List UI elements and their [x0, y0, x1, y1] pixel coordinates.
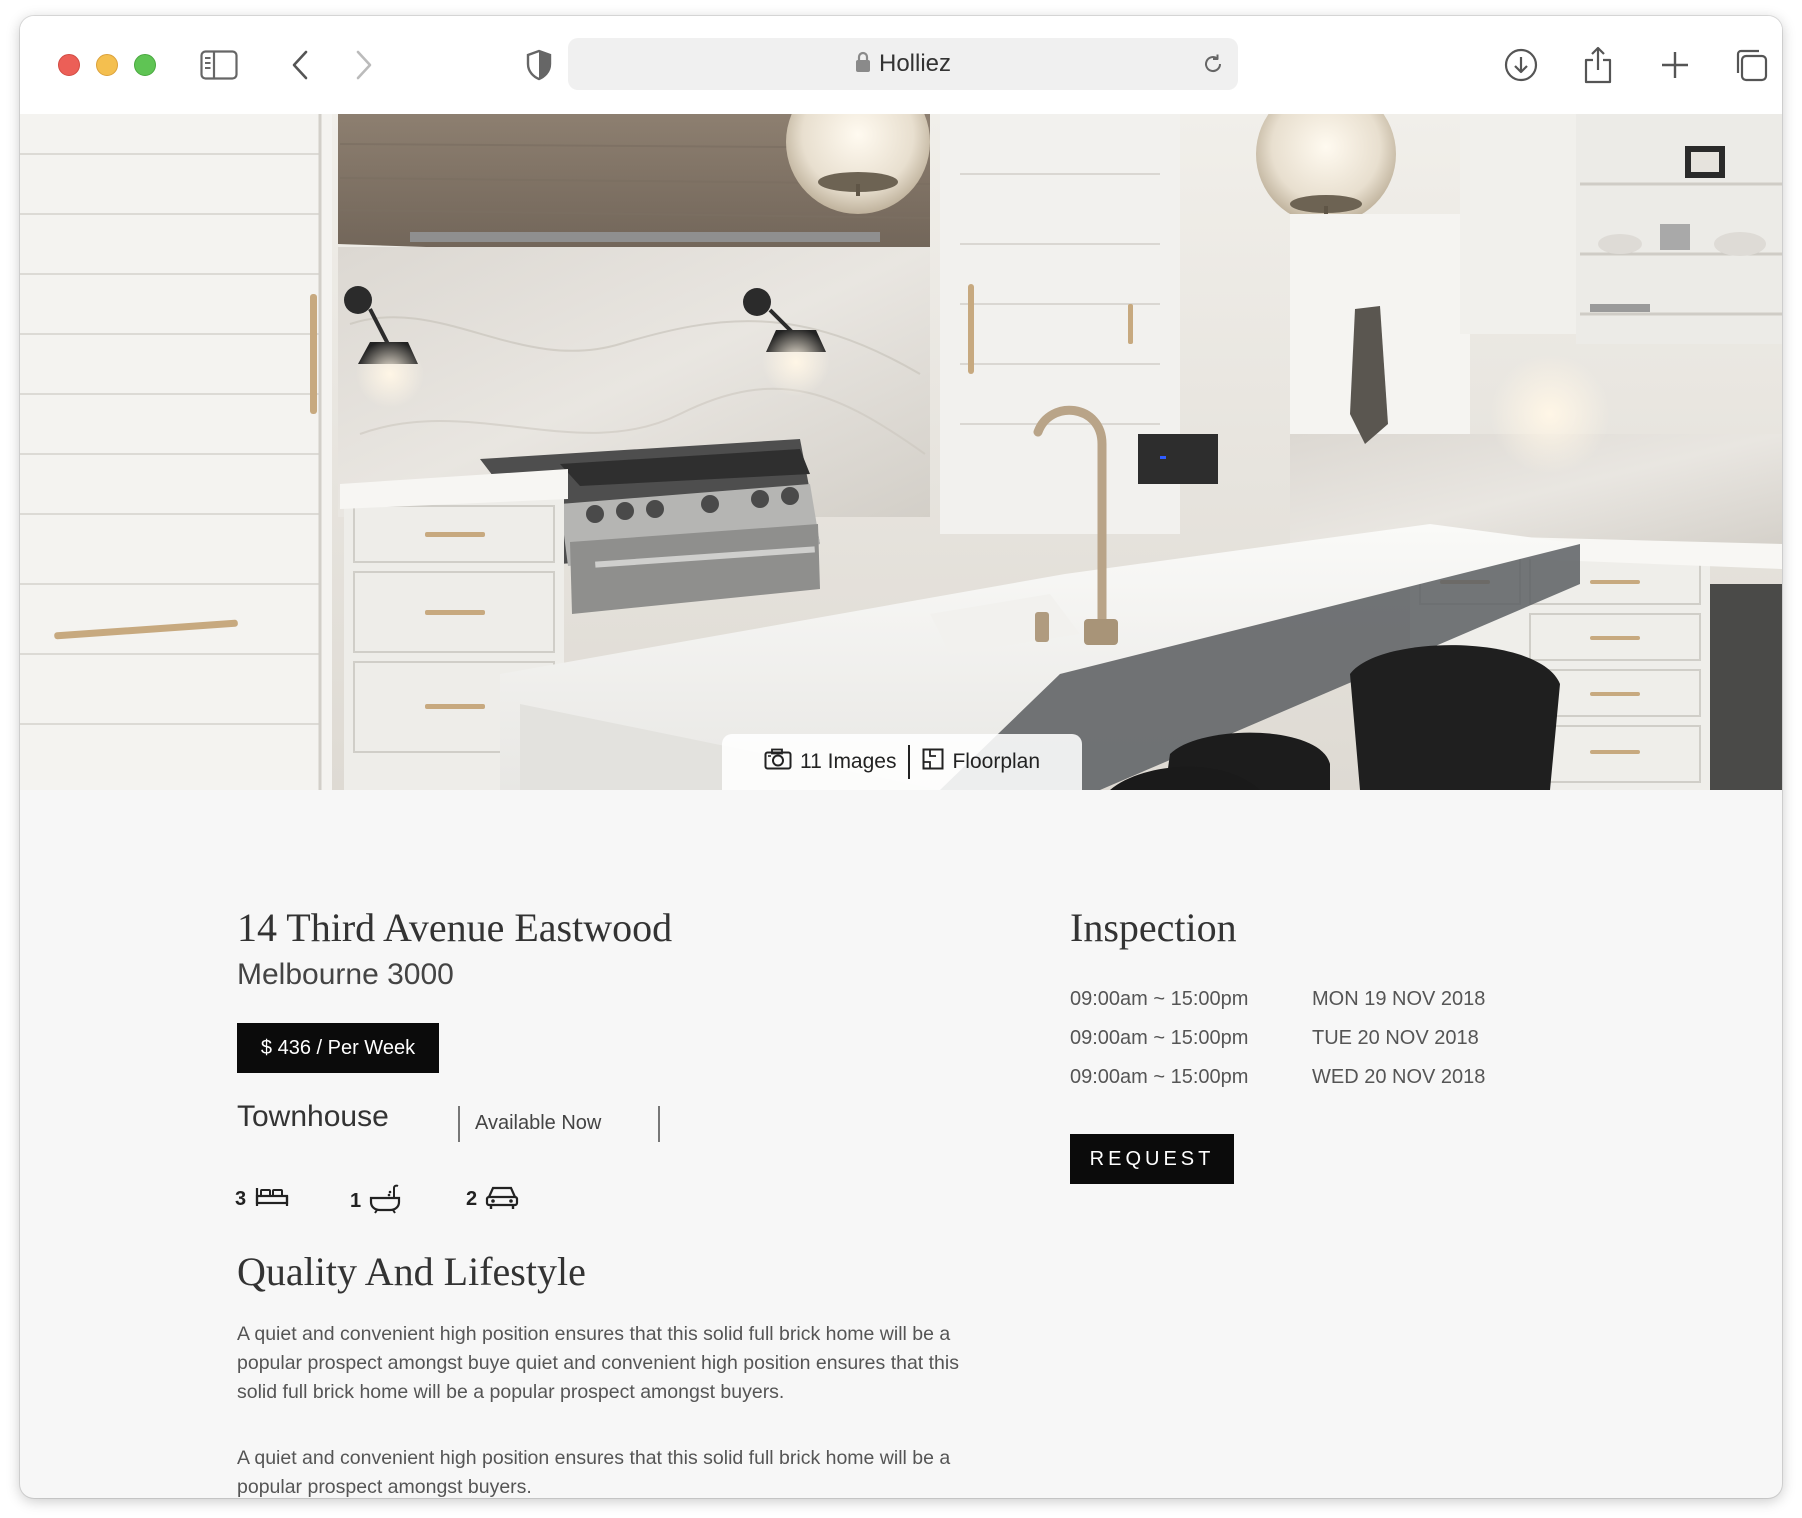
availability-status: Available Now [475, 1112, 602, 1134]
inspection-time: 09:00am ~ 15:00pm [1070, 1066, 1249, 1088]
property-photo[interactable]: 11 Images Floorplan [20, 114, 1782, 790]
price-badge: $ 436 / Per Week [237, 1023, 439, 1073]
browser-window: Holliez 11 Images Floorplan 14 Third Ave… [20, 16, 1782, 1498]
plus-icon[interactable] [1654, 44, 1696, 86]
inspection-date: TUE 20 NOV 2018 [1312, 1027, 1479, 1049]
property-city: Melbourne 3000 [237, 958, 454, 991]
address-bar[interactable]: Holliez [568, 38, 1238, 90]
bathrooms-count: 1 [350, 1190, 362, 1212]
chevron-left-icon[interactable] [279, 44, 321, 86]
bathrooms-feature: 1 [350, 1184, 401, 1219]
request-button[interactable]: REQUEST [1070, 1134, 1234, 1184]
property-address: 14 Third Avenue Eastwood [237, 905, 673, 950]
floorplan-button[interactable]: Floorplan [910, 748, 1052, 776]
floorplan-label: Floorplan [952, 750, 1041, 773]
media-bar: 11 Images Floorplan [722, 734, 1082, 790]
zoom-window-button[interactable] [134, 54, 156, 76]
listing-details: 14 Third Avenue Eastwood Melbourne 3000 … [20, 790, 1782, 1498]
chevron-right-icon[interactable] [343, 44, 385, 86]
description-paragraph: A quiet and convenient high position ens… [237, 1447, 951, 1498]
images-count-label: 11 Images [799, 750, 897, 773]
images-button[interactable]: 11 Images [752, 748, 909, 776]
bedrooms-count: 3 [235, 1188, 247, 1210]
divider [458, 1106, 460, 1142]
property-type: Townhouse [237, 1100, 389, 1133]
reload-icon[interactable] [1198, 49, 1228, 79]
bath-icon [369, 1184, 401, 1219]
floorplan-icon [922, 748, 944, 776]
inspection-title: Inspection [1070, 905, 1237, 950]
close-window-button[interactable] [58, 54, 80, 76]
camera-icon [764, 748, 792, 776]
download-icon[interactable] [1500, 44, 1542, 86]
car-icon [485, 1184, 519, 1215]
shield-icon[interactable] [518, 44, 560, 86]
url-title: Holliez [878, 50, 952, 77]
inspection-date: MON 19 NOV 2018 [1312, 988, 1486, 1010]
minimize-window-button[interactable] [96, 54, 118, 76]
section-title: Quality And Lifestyle [237, 1249, 586, 1294]
browser-toolbar: Holliez [20, 16, 1782, 115]
parking-feature: 2 [466, 1184, 519, 1215]
kitchen-photo-illustration [20, 114, 1782, 790]
bedrooms-feature: 3 [235, 1184, 290, 1215]
description-paragraph: A quiet and convenient high position ens… [237, 1323, 959, 1403]
inspection-date: WED 20 NOV 2018 [1312, 1066, 1486, 1088]
inspection-time: 09:00am ~ 15:00pm [1070, 988, 1249, 1010]
bed-icon [254, 1184, 290, 1215]
share-icon[interactable] [1577, 44, 1619, 86]
divider [658, 1106, 660, 1142]
tabs-overview-icon[interactable] [1730, 44, 1772, 86]
lock-icon [855, 51, 871, 78]
sidebar-icon[interactable] [198, 44, 240, 86]
inspection-time: 09:00am ~ 15:00pm [1070, 1027, 1249, 1049]
parking-count: 2 [466, 1188, 478, 1210]
